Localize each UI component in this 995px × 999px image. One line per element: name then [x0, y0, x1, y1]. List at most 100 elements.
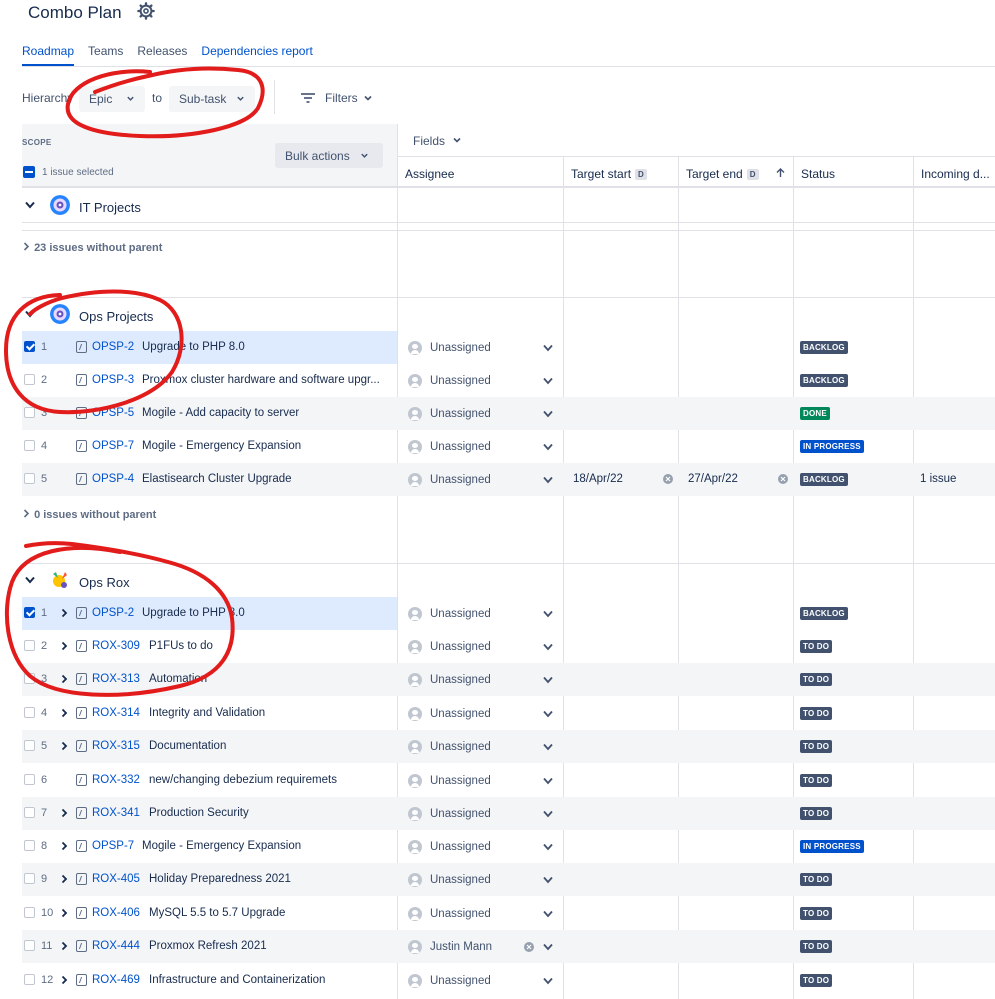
assignee-field[interactable]: Unassigned: [408, 339, 574, 357]
table-row[interactable]: 2 ROX-309 P1FUs to do Unassigned TO DO: [22, 630, 995, 663]
chevron-right-icon[interactable]: [61, 808, 68, 818]
clear-icon[interactable]: [778, 474, 788, 484]
chevron-down-icon[interactable]: [543, 676, 553, 684]
chevron-right-icon[interactable]: [61, 975, 68, 985]
tab-dependencies-report[interactable]: Dependencies report: [201, 44, 312, 66]
table-row[interactable]: 1 OPSP-2 Upgrade to PHP 8.0 Unassigned B…: [22, 597, 995, 630]
row-checkbox[interactable]: [24, 440, 35, 451]
column-target-start[interactable]: Target start D: [563, 156, 678, 187]
group-ops-rox[interactable]: Ops Rox: [22, 564, 995, 598]
status-badge[interactable]: TO DO: [800, 940, 833, 953]
chevron-down-icon[interactable]: [543, 377, 553, 385]
row-checkbox[interactable]: [24, 807, 35, 818]
status-badge[interactable]: TO DO: [800, 707, 833, 720]
status-badge[interactable]: TO DO: [800, 974, 833, 987]
row-checkbox[interactable]: [24, 840, 35, 851]
incoming-dependencies[interactable]: 1 issue: [920, 473, 956, 485]
table-row[interactable]: 1 OPSP-2 Upgrade to PHP 8.0 Unassigned B…: [22, 331, 995, 364]
issue-key[interactable]: ROX-332: [92, 774, 140, 786]
status-badge[interactable]: BACKLOG: [800, 473, 848, 486]
chevron-down-icon[interactable]: [543, 476, 553, 484]
chevron-down-icon[interactable]: [543, 943, 553, 951]
row-checkbox[interactable]: [24, 907, 35, 918]
chevron-down-icon[interactable]: [543, 443, 553, 451]
row-checkbox[interactable]: [24, 374, 35, 385]
table-row[interactable]: 2 OPSP-3 Proxmox cluster hardware and so…: [22, 364, 995, 397]
assignee-field[interactable]: Unassigned: [408, 838, 574, 856]
issue-key[interactable]: ROX-405: [92, 873, 140, 885]
status-badge[interactable]: TO DO: [800, 740, 833, 753]
table-row[interactable]: 5 ROX-315 Documentation Unassigned TO DO: [22, 730, 995, 763]
assignee-field[interactable]: Unassigned: [408, 638, 574, 656]
issues-without-parent[interactable]: 23 issues without parent: [22, 242, 162, 254]
status-badge[interactable]: TO DO: [800, 807, 833, 820]
table-row[interactable]: 3 ROX-313 Automation Unassigned TO DO: [22, 663, 995, 696]
row-checkbox[interactable]: [24, 407, 35, 418]
table-row[interactable]: 10 ROX-406 MySQL 5.5 to 5.7 Upgrade Unas…: [22, 897, 995, 930]
fields-button[interactable]: Fields: [413, 134, 462, 148]
chevron-right-icon[interactable]: [61, 941, 68, 951]
chevron-right-icon[interactable]: [61, 841, 68, 851]
row-checkbox[interactable]: [24, 607, 35, 618]
table-row[interactable]: 5 OPSP-4 Elastisearch Cluster Upgrade Un…: [22, 463, 995, 496]
row-checkbox[interactable]: [24, 673, 35, 684]
issue-key[interactable]: ROX-315: [92, 740, 140, 752]
chevron-down-icon[interactable]: [543, 777, 553, 785]
issue-key[interactable]: OPSP-5: [92, 407, 134, 419]
chevron-down-icon[interactable]: [543, 843, 553, 851]
status-badge[interactable]: TO DO: [800, 774, 833, 787]
chevron-down-icon[interactable]: [25, 310, 35, 318]
chevron-right-icon[interactable]: [61, 908, 68, 918]
table-row[interactable]: 6 ROX-332 new/changing debezium requirem…: [22, 764, 995, 797]
issue-key[interactable]: OPSP-3: [92, 374, 134, 386]
status-badge[interactable]: TO DO: [800, 673, 833, 686]
select-all-checkbox[interactable]: [23, 166, 35, 178]
assignee-field[interactable]: Unassigned: [408, 372, 574, 390]
status-badge[interactable]: IN PROGRESS: [800, 440, 864, 453]
chevron-down-icon[interactable]: [543, 876, 553, 884]
issue-key[interactable]: ROX-309: [92, 640, 140, 652]
issue-key[interactable]: OPSP-2: [92, 607, 134, 619]
issue-key[interactable]: ROX-469: [92, 974, 140, 986]
status-badge[interactable]: BACKLOG: [800, 374, 848, 387]
row-checkbox[interactable]: [24, 774, 35, 785]
row-checkbox[interactable]: [24, 341, 35, 352]
issue-key[interactable]: OPSP-7: [92, 840, 134, 852]
column-assignee[interactable]: Assignee: [397, 156, 563, 187]
assignee-field[interactable]: Unassigned: [408, 738, 574, 756]
bulk-actions-button[interactable]: Bulk actions: [275, 143, 383, 168]
assignee-field[interactable]: Unassigned: [408, 438, 574, 456]
status-badge[interactable]: IN PROGRESS: [800, 840, 864, 853]
chevron-right-icon[interactable]: [61, 874, 68, 884]
row-checkbox[interactable]: [24, 740, 35, 751]
issue-key[interactable]: OPSP-7: [92, 440, 134, 452]
column-target-end[interactable]: Target end D: [678, 156, 793, 187]
group-it-projects[interactable]: IT Projects: [22, 189, 995, 223]
row-checkbox[interactable]: [24, 473, 35, 484]
column-incoming-dependencies[interactable]: Incoming d...: [913, 156, 995, 187]
group-ops-projects[interactable]: Ops Projects: [22, 298, 995, 332]
chevron-down-icon[interactable]: [543, 610, 553, 618]
chevron-down-icon[interactable]: [543, 977, 553, 985]
status-badge[interactable]: BACKLOG: [800, 607, 848, 620]
assignee-field[interactable]: Unassigned: [408, 972, 574, 990]
table-row[interactable]: 7 ROX-341 Production Security Unassigned…: [22, 797, 995, 830]
assignee-field[interactable]: Justin Mann: [408, 938, 574, 956]
status-badge[interactable]: BACKLOG: [800, 341, 848, 354]
chevron-down-icon[interactable]: [25, 201, 35, 209]
chevron-down-icon[interactable]: [543, 710, 553, 718]
table-row[interactable]: 11 ROX-444 Proxmox Refresh 2021 Justin M…: [22, 930, 995, 963]
chevron-right-icon[interactable]: [61, 674, 68, 684]
issue-key[interactable]: ROX-313: [92, 673, 140, 685]
table-row[interactable]: 9 ROX-405 Holiday Preparedness 2021 Unas…: [22, 863, 995, 896]
chevron-down-icon[interactable]: [543, 743, 553, 751]
table-row[interactable]: 8 OPSP-7 Mogile - Emergency Expansion Un…: [22, 830, 995, 863]
status-badge[interactable]: DONE: [800, 407, 830, 420]
assignee-field[interactable]: Unassigned: [408, 905, 574, 923]
assignee-field[interactable]: Unassigned: [408, 705, 574, 723]
chevron-down-icon[interactable]: [543, 410, 553, 418]
chevron-right-icon[interactable]: [61, 641, 68, 651]
chevron-right-icon[interactable]: [61, 741, 68, 751]
chevron-right-icon[interactable]: [61, 608, 68, 618]
hierarchy-to-select[interactable]: Sub-task: [169, 86, 255, 112]
